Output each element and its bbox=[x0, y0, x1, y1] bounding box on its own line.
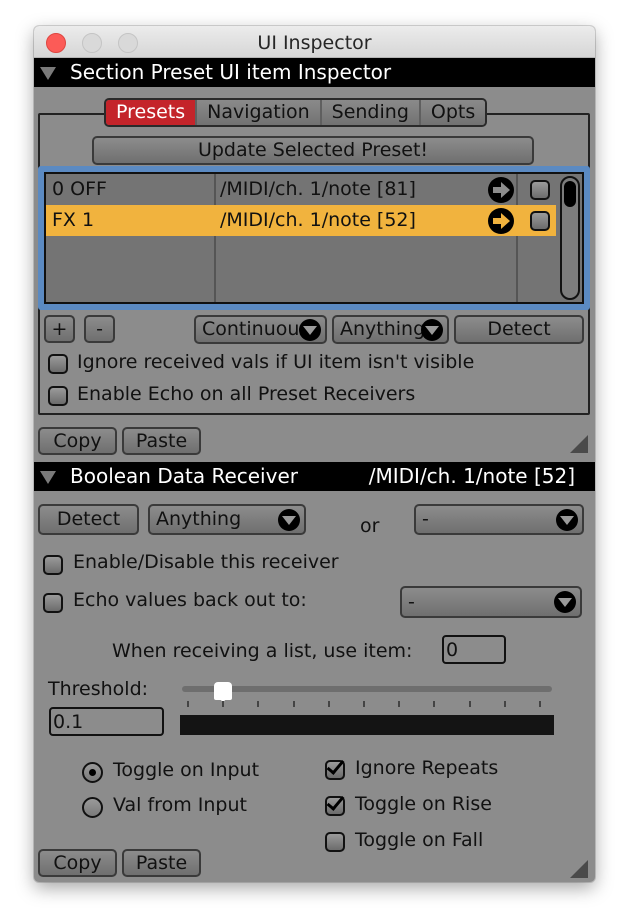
threshold-label: Threshold: bbox=[48, 678, 149, 700]
receiver-copy-button[interactable]: Copy bbox=[38, 849, 117, 877]
slider-tick bbox=[363, 701, 365, 707]
go-arrow-icon[interactable] bbox=[488, 177, 514, 203]
list-item-label: When receiving a list, use item: bbox=[112, 640, 413, 662]
slider-tick bbox=[503, 701, 506, 707]
toggle-on-rise-label: Toggle on Rise bbox=[355, 793, 492, 815]
enable-receiver-checkbox[interactable] bbox=[43, 555, 63, 575]
window-title: UI Inspector bbox=[257, 32, 372, 54]
tab-presets[interactable]: Presets bbox=[106, 100, 198, 125]
enable-receiver-label: Enable/Disable this receiver bbox=[73, 551, 339, 573]
source-dropdown[interactable]: - bbox=[414, 504, 584, 535]
echo-values-checkbox[interactable] bbox=[43, 593, 63, 613]
slider-tick bbox=[398, 701, 401, 707]
input-level-meter bbox=[180, 715, 554, 735]
slider-tick bbox=[327, 701, 330, 707]
slider-tick bbox=[187, 701, 189, 707]
copy-button[interactable]: Copy bbox=[38, 427, 117, 455]
receiver-paste-button[interactable]: Paste bbox=[122, 849, 201, 877]
preset-name: FX 1 bbox=[52, 209, 95, 231]
ignore-invisible-label: Ignore received vals if UI item isn't vi… bbox=[77, 351, 475, 373]
enable-echo-label: Enable Echo on all Preset Receivers bbox=[77, 383, 416, 405]
ignore-repeats-label: Ignore Repeats bbox=[355, 757, 499, 779]
title-bar: UI Inspector bbox=[34, 26, 595, 58]
slider-tick bbox=[539, 701, 541, 707]
receiver-section-header[interactable]: Boolean Data Receiver /MIDI/ch. 1/note [… bbox=[34, 462, 595, 491]
threshold-input[interactable]: 0.1 bbox=[49, 707, 164, 736]
val-from-input-label: Val from Input bbox=[113, 794, 247, 816]
dropdown-arrow-icon bbox=[554, 591, 576, 613]
resize-grip-icon[interactable] bbox=[570, 860, 588, 878]
slider-tick bbox=[222, 701, 225, 707]
dropdown-arrow-icon bbox=[278, 509, 300, 531]
remove-preset-button[interactable]: - bbox=[84, 315, 115, 343]
or-label: or bbox=[360, 515, 380, 537]
detect-button[interactable]: Detect bbox=[454, 315, 584, 344]
ui-inspector-window: UI Inspector Section Preset UI item Insp… bbox=[34, 26, 595, 882]
receiver-type-dropdown[interactable]: Anything bbox=[148, 504, 306, 535]
receiver-address: /MIDI/ch. 1/note [52] bbox=[368, 464, 575, 488]
preset-checkbox[interactable] bbox=[530, 211, 550, 231]
enable-echo-checkbox[interactable] bbox=[48, 386, 68, 406]
preset-tabs: Presets Navigation Sending Opts bbox=[104, 98, 488, 127]
receiver-section-title: Boolean Data Receiver bbox=[70, 464, 298, 488]
mode-dropdown[interactable]: Continuous bbox=[194, 315, 327, 344]
tab-opts[interactable]: Opts bbox=[420, 100, 486, 125]
preset-address: /MIDI/ch. 1/note [81] bbox=[220, 178, 416, 200]
preset-row[interactable]: 0 OFF /MIDI/ch. 1/note [81] bbox=[46, 174, 556, 205]
tab-sending[interactable]: Sending bbox=[321, 100, 421, 125]
add-preset-button[interactable]: + bbox=[44, 315, 75, 343]
slider-tick bbox=[433, 701, 436, 707]
tab-navigation[interactable]: Navigation bbox=[197, 100, 322, 125]
toggle-on-fall-label: Toggle on Fall bbox=[355, 829, 484, 851]
preset-checkbox[interactable] bbox=[530, 180, 550, 200]
slider-tick bbox=[292, 701, 295, 707]
update-selected-preset-button[interactable]: Update Selected Preset! bbox=[92, 136, 534, 165]
preset-list[interactable]: 0 OFF /MIDI/ch. 1/note [81] FX 1 /MIDI/c… bbox=[38, 166, 590, 310]
ignore-invisible-checkbox[interactable] bbox=[48, 354, 68, 374]
slider-tick bbox=[468, 701, 471, 707]
disclosure-triangle-icon[interactable] bbox=[40, 67, 56, 80]
ignore-repeats-checkbox[interactable] bbox=[325, 760, 345, 780]
dropdown-arrow-icon bbox=[421, 319, 443, 341]
disclosure-triangle-icon[interactable] bbox=[40, 471, 56, 484]
go-arrow-icon[interactable] bbox=[488, 208, 514, 234]
echo-target-dropdown[interactable]: - bbox=[400, 586, 582, 618]
slider-tick bbox=[257, 701, 260, 707]
toggle-on-input-label: Toggle on Input bbox=[113, 759, 260, 781]
receiver-detect-button[interactable]: Detect bbox=[38, 504, 139, 535]
val-from-input-radio[interactable] bbox=[82, 797, 103, 818]
scroll-thumb[interactable] bbox=[564, 181, 576, 207]
preset-address: /MIDI/ch. 1/note [52] bbox=[220, 209, 416, 231]
preset-name: 0 OFF bbox=[52, 178, 107, 200]
echo-values-label: Echo values back out to: bbox=[73, 589, 307, 611]
dropdown-arrow-icon bbox=[299, 319, 321, 341]
threshold-slider-thumb[interactable] bbox=[214, 682, 233, 702]
type-dropdown[interactable]: Anything bbox=[332, 315, 449, 344]
preset-section-title: Section Preset UI item Inspector bbox=[70, 60, 392, 84]
toggle-on-input-radio[interactable] bbox=[82, 762, 103, 783]
preset-section-header[interactable]: Section Preset UI item Inspector bbox=[34, 58, 595, 87]
toggle-on-rise-checkbox[interactable] bbox=[325, 796, 345, 816]
threshold-slider[interactable] bbox=[182, 686, 552, 692]
toggle-on-fall-checkbox[interactable] bbox=[325, 832, 345, 852]
preset-row-selected[interactable]: FX 1 /MIDI/ch. 1/note [52] bbox=[46, 205, 556, 236]
resize-grip-icon[interactable] bbox=[570, 435, 588, 453]
list-item-input[interactable]: 0 bbox=[442, 635, 506, 664]
list-scrollbar[interactable] bbox=[560, 176, 580, 300]
paste-button[interactable]: Paste bbox=[122, 427, 201, 455]
dropdown-arrow-icon bbox=[556, 509, 578, 531]
